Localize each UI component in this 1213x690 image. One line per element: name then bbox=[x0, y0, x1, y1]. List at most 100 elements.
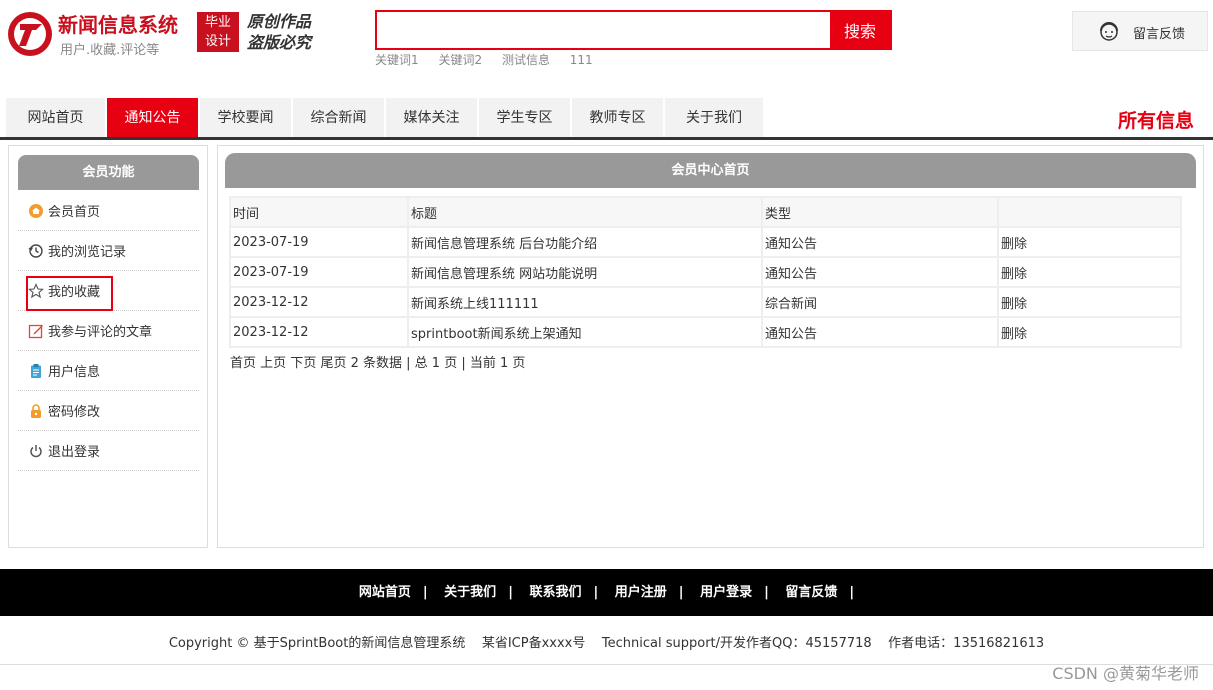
main-nav: 网站首页 通知公告 学校要闻 综合新闻 媒体关注 学生专区 教师专区 关于我们 bbox=[6, 98, 765, 138]
footer-link-about[interactable]: 关于我们 bbox=[444, 585, 496, 600]
column-header-action bbox=[999, 198, 1180, 226]
footer-separator: | bbox=[422, 585, 428, 600]
keyword-link[interactable]: 111 bbox=[570, 53, 593, 67]
cell-title[interactable]: 新闻信息管理系统 后台功能介绍 bbox=[409, 228, 761, 256]
search-button[interactable]: 搜索 bbox=[830, 12, 890, 48]
pager-prev[interactable]: 上页 bbox=[260, 356, 286, 371]
sidebar-item-label: 退出登录 bbox=[48, 445, 101, 460]
keyword-link[interactable]: 关键词1 bbox=[375, 53, 419, 67]
cell-type: 通知公告 bbox=[763, 258, 997, 286]
favorites-table: 时间 标题 类型 2023-07-19 新闻信息管理系统 后台功能介绍 通知公告… bbox=[229, 196, 1182, 348]
sidebar-menu: 会员首页 我的浏览记录 我的收藏 我参与评论的文章 用户信息 密码修改 退出登录 bbox=[18, 191, 199, 471]
sidebar-item-label: 我参与评论的文章 bbox=[48, 325, 153, 340]
sidebar-item-label: 用户信息 bbox=[48, 365, 101, 380]
delete-link[interactable]: 删除 bbox=[999, 318, 1180, 346]
cell-type: 综合新闻 bbox=[763, 288, 997, 316]
feedback-label: 留言反馈 bbox=[1133, 27, 1186, 42]
hot-keywords: 关键词1 关键词2 测试信息 111 bbox=[375, 51, 609, 68]
cell-time: 2023-12-12 bbox=[231, 288, 407, 316]
pager-summary: 2 条数据 | 总 1 页 | 当前 1 页 bbox=[350, 356, 526, 371]
sidebar-item-logout[interactable]: 退出登录 bbox=[18, 431, 199, 471]
pagination: 首页 上页 下页 尾页 2 条数据 | 总 1 页 | 当前 1 页 bbox=[230, 352, 525, 371]
pager-first[interactable]: 首页 bbox=[230, 356, 256, 371]
nav-item-general-news[interactable]: 综合新闻 bbox=[293, 98, 384, 138]
keyword-link[interactable]: 关键词2 bbox=[438, 53, 482, 67]
power-icon bbox=[28, 443, 44, 459]
sidebar-item-user-info[interactable]: 用户信息 bbox=[18, 351, 199, 391]
footer-separator: | bbox=[764, 585, 769, 600]
cell-time: 2023-07-19 bbox=[231, 258, 407, 286]
graduation-badge: 毕业 设计 bbox=[197, 12, 239, 52]
footer-separator: | bbox=[508, 585, 513, 600]
footer-link-home[interactable]: 网站首页 bbox=[359, 585, 411, 600]
site-title: 新闻信息系统 bbox=[58, 13, 178, 37]
sidebar-item-label: 我的浏览记录 bbox=[48, 245, 127, 260]
table-row: 2023-07-19 新闻信息管理系统 后台功能介绍 通知公告 删除 bbox=[231, 228, 1180, 256]
footer-links: 网站首页 | 关于我们 | 联系我们 | 用户注册 | 用户登录 | 留言反馈 | bbox=[0, 569, 1213, 616]
footer-separator: | bbox=[678, 585, 684, 600]
nav-item-school-news[interactable]: 学校要闻 bbox=[200, 98, 291, 138]
nav-divider bbox=[0, 137, 1213, 140]
slogan: 原创作品 盗版必究 bbox=[247, 11, 311, 53]
cell-time: 2023-12-12 bbox=[231, 318, 407, 346]
sidebar-item-label: 密码修改 bbox=[48, 405, 101, 420]
site-logo-icon bbox=[8, 12, 52, 56]
feedback-button[interactable]: 留言反馈 bbox=[1072, 11, 1208, 51]
cell-title[interactable]: 新闻信息管理系统 网站功能说明 bbox=[409, 258, 761, 286]
nav-item-home[interactable]: 网站首页 bbox=[6, 98, 105, 138]
nav-item-students[interactable]: 学生专区 bbox=[479, 98, 570, 138]
cell-title[interactable]: 新闻系统上线111111 bbox=[409, 288, 761, 316]
headset-icon bbox=[1100, 22, 1118, 41]
footer-separator: | bbox=[593, 585, 599, 600]
table-header-row: 时间 标题 类型 bbox=[231, 198, 1180, 226]
table-row: 2023-07-19 新闻信息管理系统 网站功能说明 通知公告 删除 bbox=[231, 258, 1180, 286]
footer-link-register[interactable]: 用户注册 bbox=[615, 585, 667, 600]
keyword-link[interactable]: 测试信息 bbox=[502, 53, 550, 67]
sidebar-item-history[interactable]: 我的浏览记录 bbox=[18, 231, 199, 271]
all-info-link[interactable]: 所有信息 bbox=[1118, 106, 1194, 133]
column-header-title: 标题 bbox=[409, 198, 761, 226]
watermark: CSDN @黄菊华老师 bbox=[1052, 664, 1199, 683]
cell-time: 2023-07-19 bbox=[231, 228, 407, 256]
footer-separator: | bbox=[849, 585, 855, 600]
cell-type: 通知公告 bbox=[763, 318, 997, 346]
pager-next[interactable]: 下页 bbox=[290, 356, 316, 371]
search-box: 搜索 bbox=[375, 10, 892, 50]
delete-link[interactable]: 删除 bbox=[999, 258, 1180, 286]
history-icon bbox=[28, 243, 44, 259]
footer-link-login[interactable]: 用户登录 bbox=[700, 585, 752, 600]
pager-last[interactable]: 尾页 bbox=[320, 356, 346, 371]
footer-link-feedback[interactable]: 留言反馈 bbox=[785, 585, 837, 600]
sidebar-item-label: 会员首页 bbox=[48, 205, 101, 220]
nav-item-about[interactable]: 关于我们 bbox=[665, 98, 763, 138]
column-header-time: 时间 bbox=[231, 198, 407, 226]
sidebar-item-member-home[interactable]: 会员首页 bbox=[18, 191, 199, 231]
nav-item-media[interactable]: 媒体关注 bbox=[386, 98, 477, 138]
slogan-line-2: 盗版必究 bbox=[247, 33, 312, 52]
site-subtitle: 用户.收藏.评论等 bbox=[60, 43, 160, 58]
footer-link-contact[interactable]: 联系我们 bbox=[529, 585, 581, 600]
sidebar-item-change-password[interactable]: 密码修改 bbox=[18, 391, 199, 431]
star-icon bbox=[28, 282, 44, 299]
sidebar-title: 会员功能 bbox=[18, 155, 199, 190]
member-sidebar: 会员功能 会员首页 我的浏览记录 我的收藏 我参与评论的文章 用户信息 密码修改… bbox=[8, 145, 208, 548]
nav-item-teachers[interactable]: 教师专区 bbox=[572, 98, 663, 138]
cell-type: 通知公告 bbox=[763, 228, 997, 256]
bottom-divider bbox=[0, 664, 1213, 665]
panel-title: 会员中心首页 bbox=[225, 153, 1196, 188]
edit-icon bbox=[28, 323, 44, 339]
search-input[interactable] bbox=[377, 12, 830, 48]
nav-item-notices[interactable]: 通知公告 bbox=[107, 98, 198, 138]
delete-link[interactable]: 删除 bbox=[999, 288, 1180, 316]
sidebar-item-commented-articles[interactable]: 我参与评论的文章 bbox=[18, 311, 199, 351]
slogan-line-1: 原创作品 bbox=[247, 12, 312, 31]
sidebar-item-label: 我的收藏 bbox=[48, 285, 101, 300]
column-header-type: 类型 bbox=[763, 198, 997, 226]
badge-line-1: 毕业 bbox=[204, 15, 231, 30]
lock-icon bbox=[28, 403, 44, 419]
delete-link[interactable]: 删除 bbox=[999, 228, 1180, 256]
badge-line-2: 设计 bbox=[204, 34, 231, 49]
clipboard-icon bbox=[28, 363, 44, 379]
cell-title[interactable]: sprintboot新闻系统上架通知 bbox=[409, 318, 761, 346]
sidebar-item-favorites[interactable]: 我的收藏 bbox=[18, 271, 199, 311]
